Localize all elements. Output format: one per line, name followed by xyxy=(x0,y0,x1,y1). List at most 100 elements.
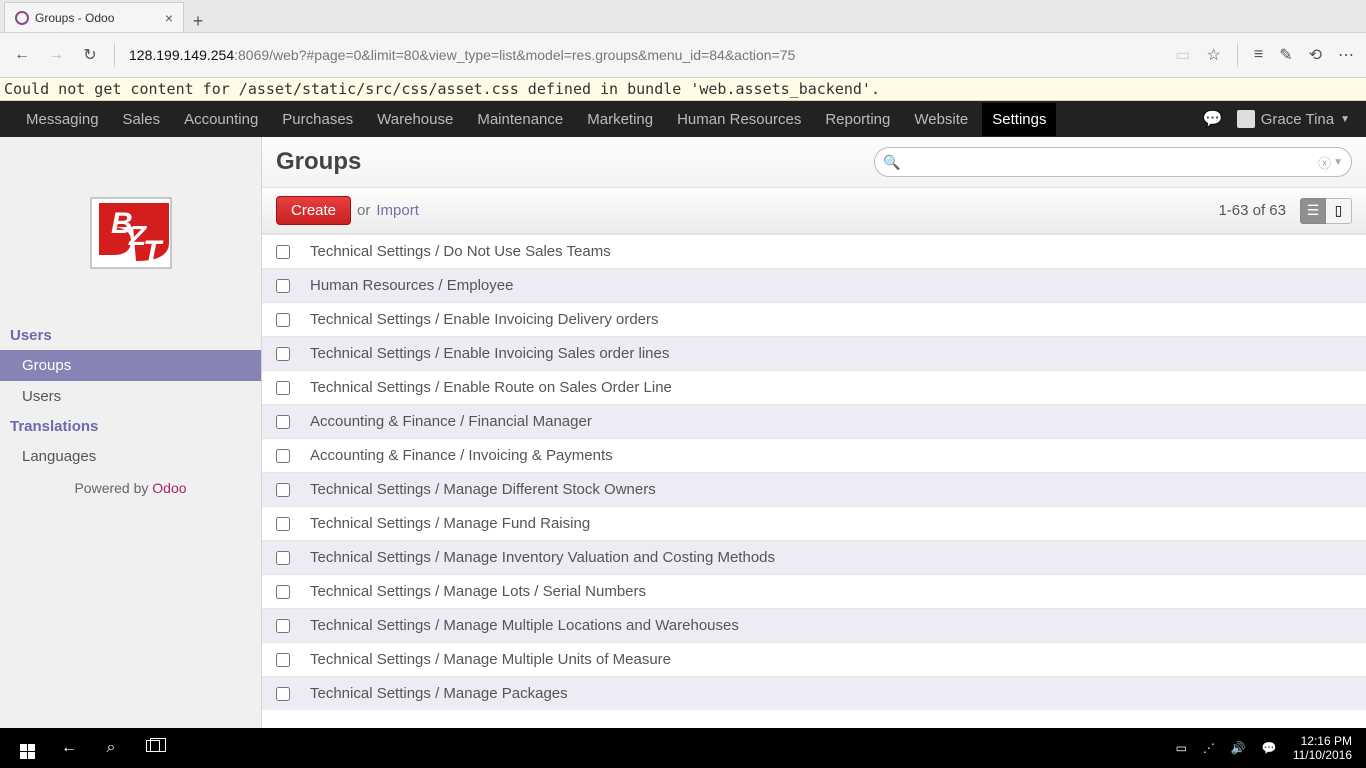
import-link[interactable]: Import xyxy=(376,202,419,219)
svg-text:T: T xyxy=(143,235,164,268)
row-checkbox[interactable] xyxy=(276,687,290,701)
nav-website[interactable]: Website xyxy=(904,103,978,136)
search-box[interactable]: 🔍 ⓧ ▼ xyxy=(874,147,1352,177)
group-list: Technical Settings / Do Not Use Sales Te… xyxy=(262,234,1366,743)
table-row[interactable]: Accounting & Finance / Invoicing & Payme… xyxy=(262,438,1366,472)
page-title: Groups xyxy=(276,148,361,176)
notifications-icon[interactable]: 💬 xyxy=(1262,741,1277,755)
favorite-icon[interactable]: ☆ xyxy=(1207,45,1221,65)
row-label: Technical Settings / Manage Multiple Loc… xyxy=(310,617,739,634)
user-menu[interactable]: Grace Tina ▼ xyxy=(1237,110,1350,128)
search-icon: 🔍 xyxy=(883,154,900,171)
browser-tab[interactable]: Groups - Odoo × xyxy=(4,2,184,32)
table-row[interactable]: Accounting & Finance / Financial Manager xyxy=(262,404,1366,438)
table-row[interactable]: Technical Settings / Manage Different St… xyxy=(262,472,1366,506)
clock[interactable]: 12:16 PM 11/10/2016 xyxy=(1293,734,1352,762)
row-checkbox[interactable] xyxy=(276,449,290,463)
table-row[interactable]: Technical Settings / Enable Invoicing Sa… xyxy=(262,336,1366,370)
row-checkbox[interactable] xyxy=(276,313,290,327)
row-checkbox[interactable] xyxy=(276,279,290,293)
table-row[interactable]: Technical Settings / Manage Packages xyxy=(262,676,1366,710)
nav-accounting[interactable]: Accounting xyxy=(174,103,268,136)
favicon-icon xyxy=(15,11,29,25)
forward-icon[interactable]: → xyxy=(46,46,66,64)
sidebar-item-users[interactable]: Users xyxy=(0,381,261,412)
clear-search-icon[interactable]: ⓧ xyxy=(1318,153,1331,172)
row-checkbox[interactable] xyxy=(276,381,290,395)
top-nav: MessagingSalesAccountingPurchasesWarehou… xyxy=(0,101,1366,137)
row-checkbox[interactable] xyxy=(276,245,290,259)
nav-messaging[interactable]: Messaging xyxy=(16,103,109,136)
refresh-icon[interactable]: ↻ xyxy=(80,45,100,65)
nav-sales[interactable]: Sales xyxy=(113,103,171,136)
start-button[interactable] xyxy=(6,738,48,759)
hub-icon[interactable]: ≡ xyxy=(1254,46,1263,64)
nav-human-resources[interactable]: Human Resources xyxy=(667,103,811,136)
task-view-icon[interactable] xyxy=(132,739,174,757)
row-checkbox[interactable] xyxy=(276,585,290,599)
row-checkbox[interactable] xyxy=(276,415,290,429)
search-dropdown-icon[interactable]: ▼ xyxy=(1333,157,1343,168)
wifi-icon[interactable]: ⋰ xyxy=(1203,741,1215,755)
nav-purchases[interactable]: Purchases xyxy=(272,103,363,136)
row-label: Technical Settings / Manage Packages xyxy=(310,685,568,702)
row-checkbox[interactable] xyxy=(276,653,290,667)
row-checkbox[interactable] xyxy=(276,551,290,565)
table-row[interactable]: Technical Settings / Manage Multiple Loc… xyxy=(262,608,1366,642)
nav-maintenance[interactable]: Maintenance xyxy=(467,103,573,136)
nav-warehouse[interactable]: Warehouse xyxy=(367,103,463,136)
pager: 1-63 of 63 xyxy=(1218,202,1286,219)
back-icon[interactable]: ← xyxy=(12,46,32,64)
table-row[interactable]: Technical Settings / Manage Fund Raising xyxy=(262,506,1366,540)
search-input[interactable] xyxy=(906,154,1312,170)
row-checkbox[interactable] xyxy=(276,517,290,531)
table-row[interactable]: Technical Settings / Enable Invoicing De… xyxy=(262,302,1366,336)
or-text: or xyxy=(357,202,370,219)
separator xyxy=(114,43,115,67)
row-label: Technical Settings / Manage Inventory Va… xyxy=(310,549,775,566)
tab-title: Groups - Odoo xyxy=(35,11,114,25)
nav-reporting[interactable]: Reporting xyxy=(815,103,900,136)
back-task-icon[interactable]: ← xyxy=(48,739,90,757)
chat-icon[interactable]: 💬 xyxy=(1203,109,1223,129)
notes-icon[interactable]: ✎ xyxy=(1279,45,1292,65)
close-tab-icon[interactable]: × xyxy=(165,10,173,26)
create-button[interactable]: Create xyxy=(276,196,351,225)
row-checkbox[interactable] xyxy=(276,347,290,361)
table-row[interactable]: Technical Settings / Manage Multiple Uni… xyxy=(262,642,1366,676)
table-row[interactable]: Technical Settings / Manage Inventory Va… xyxy=(262,540,1366,574)
row-label: Technical Settings / Enable Invoicing De… xyxy=(310,311,659,328)
search-task-icon[interactable]: ⌕ xyxy=(90,739,132,757)
row-checkbox[interactable] xyxy=(276,619,290,633)
volume-icon[interactable]: 🔊 xyxy=(1231,741,1246,755)
powered-by-text: Powered by xyxy=(74,480,152,496)
url-input[interactable]: 128.199.149.254:8069/web?#page=0&limit=8… xyxy=(129,47,1161,63)
sidebar-item-groups[interactable]: Groups xyxy=(0,350,261,381)
odoo-link[interactable]: Odoo xyxy=(152,480,186,496)
form-view-button[interactable]: ▯ xyxy=(1326,198,1352,224)
sidebar-item-languages[interactable]: Languages xyxy=(0,441,261,472)
url-path: :8069/web?#page=0&limit=80&view_type=lis… xyxy=(234,47,795,63)
tab-bar: Groups - Odoo × + xyxy=(0,0,1366,32)
logo-wrap: B Z T xyxy=(0,137,261,321)
content: Groups 🔍 ⓧ ▼ Create or Import 1-63 of 63… xyxy=(262,137,1366,743)
user-name: Grace Tina xyxy=(1261,111,1334,128)
share-icon[interactable]: ⟲ xyxy=(1309,45,1322,65)
row-checkbox[interactable] xyxy=(276,483,290,497)
table-row[interactable]: Technical Settings / Manage Lots / Seria… xyxy=(262,574,1366,608)
row-label: Accounting & Finance / Invoicing & Payme… xyxy=(310,447,613,464)
reading-icon[interactable]: ▭ xyxy=(1175,45,1190,65)
list-view-button[interactable]: ☰ xyxy=(1300,198,1326,224)
battery-icon[interactable]: ▭ xyxy=(1176,741,1187,755)
date: 11/10/2016 xyxy=(1293,748,1352,762)
address-bar: ← → ↻ 128.199.149.254:8069/web?#page=0&l… xyxy=(0,32,1366,78)
table-row[interactable]: Technical Settings / Do Not Use Sales Te… xyxy=(262,234,1366,268)
top-nav-menu: MessagingSalesAccountingPurchasesWarehou… xyxy=(16,103,1056,136)
nav-settings[interactable]: Settings xyxy=(982,103,1056,136)
table-row[interactable]: Technical Settings / Enable Route on Sal… xyxy=(262,370,1366,404)
windows-taskbar: ← ⌕ ▭ ⋰ 🔊 💬 12:16 PM 11/10/2016 xyxy=(0,728,1366,768)
new-tab-button[interactable]: + xyxy=(184,11,212,32)
table-row[interactable]: Human Resources / Employee xyxy=(262,268,1366,302)
more-icon[interactable]: ⋯ xyxy=(1338,45,1354,65)
nav-marketing[interactable]: Marketing xyxy=(577,103,663,136)
